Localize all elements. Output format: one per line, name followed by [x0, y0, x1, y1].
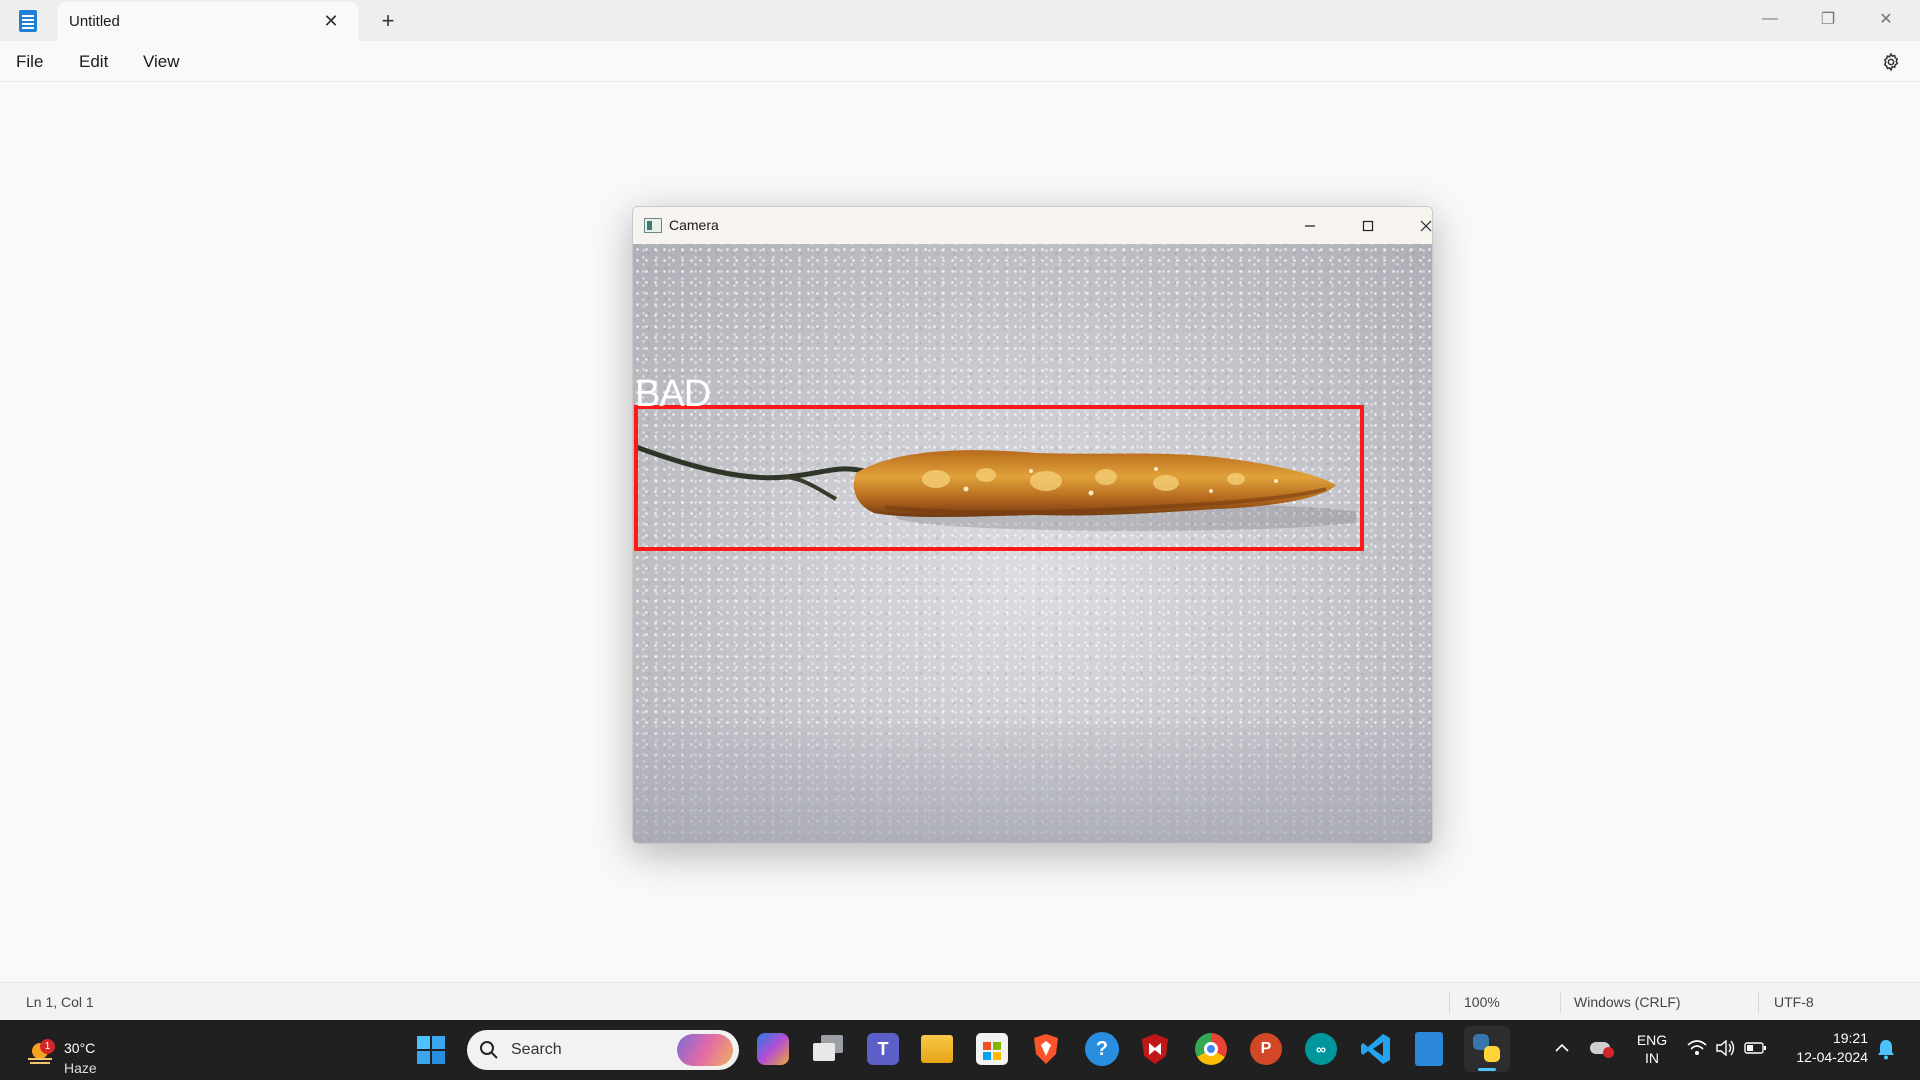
arduino-icon[interactable]: ∞	[1305, 1033, 1337, 1065]
tab-untitled[interactable]: Untitled ✕	[58, 2, 358, 41]
status-divider	[1449, 991, 1450, 1013]
language-region: IN	[1645, 1050, 1659, 1066]
weather-temp: 30°C	[64, 1040, 96, 1056]
windows-logo-icon	[417, 1036, 445, 1064]
detection-bounding-box	[634, 405, 1364, 551]
camera-maximize-icon[interactable]	[1345, 209, 1391, 243]
notepad-titlebar: Untitled ✕ + — ❐ ✕	[0, 0, 1920, 41]
notepad-app-icon	[19, 10, 37, 32]
task-view-icon[interactable]	[813, 1035, 843, 1063]
feed-lower-surface	[633, 724, 1432, 843]
search-placeholder: Search	[511, 1041, 562, 1058]
help-icon[interactable]: ?	[1085, 1032, 1119, 1066]
tab-close-icon[interactable]: ✕	[314, 5, 348, 39]
start-button[interactable]	[414, 1033, 448, 1067]
chrome-icon[interactable]	[1195, 1033, 1227, 1065]
wifi-icon[interactable]	[1686, 1038, 1708, 1058]
brave-icon[interactable]	[1031, 1032, 1061, 1066]
new-tab-button[interactable]: +	[370, 5, 406, 37]
camera-minimize-icon[interactable]	[1287, 209, 1333, 243]
close-button[interactable]: ✕	[1858, 0, 1914, 38]
language-indicator[interactable]: ENG IN	[1632, 1032, 1672, 1068]
notepad-icon[interactable]	[1415, 1032, 1443, 1066]
language-code: ENG	[1636, 1032, 1668, 1048]
volume-icon[interactable]	[1715, 1038, 1737, 1058]
detection-label: BAD	[635, 373, 711, 415]
menu-edit[interactable]: Edit	[75, 50, 112, 74]
restore-button[interactable]: ❐	[1800, 0, 1856, 38]
camera-window[interactable]: Camera BAD	[632, 206, 1433, 844]
teams-icon[interactable]: T	[867, 1033, 899, 1065]
line-ending[interactable]: Windows (CRLF)	[1574, 994, 1681, 1010]
status-divider	[1758, 991, 1759, 1013]
taskbar: 1 30°C Haze Search T ? P ∞ ENG IN 19:21 …	[0, 1020, 1920, 1080]
clock-date: 12-04-2024	[1796, 1049, 1868, 1065]
microsoft-store-icon[interactable]	[976, 1033, 1008, 1065]
settings-gear-icon[interactable]	[1876, 47, 1906, 77]
battery-icon[interactable]	[1744, 1040, 1768, 1056]
copilot-pre-icon[interactable]	[757, 1033, 789, 1065]
file-explorer-icon[interactable]	[921, 1035, 953, 1063]
camera-titlebar[interactable]: Camera	[633, 207, 1432, 244]
python-icon[interactable]	[1464, 1026, 1510, 1072]
camera-feed: BAD	[633, 244, 1432, 843]
tab-title: Untitled	[69, 13, 120, 30]
search-icon	[480, 1041, 498, 1059]
clock[interactable]: 19:21 12-04-2024	[1780, 1030, 1868, 1070]
mcafee-icon[interactable]	[1140, 1032, 1170, 1066]
status-bar: Ln 1, Col 1 100% Windows (CRLF) UTF-8	[0, 982, 1920, 1020]
menu-view[interactable]: View	[139, 50, 184, 74]
clock-time: 19:21	[1832, 1030, 1868, 1046]
weather-widget[interactable]: 1 30°C Haze	[18, 1029, 128, 1076]
menu-bar: File Edit View	[0, 41, 1920, 82]
camera-window-title: Camera	[669, 217, 719, 233]
status-divider	[1560, 991, 1561, 1013]
minimize-button[interactable]: —	[1742, 0, 1798, 38]
weather-condition: Haze	[64, 1060, 97, 1076]
powerpoint-icon[interactable]: P	[1250, 1033, 1282, 1065]
cursor-position: Ln 1, Col 1	[26, 994, 94, 1010]
menu-file[interactable]: File	[12, 50, 47, 74]
weather-alert-badge: 1	[40, 1039, 55, 1054]
encoding[interactable]: UTF-8	[1774, 994, 1814, 1010]
camera-close-icon[interactable]	[1403, 209, 1432, 243]
zoom-level[interactable]: 100%	[1464, 994, 1500, 1010]
notification-bell-icon[interactable]	[1876, 1038, 1896, 1060]
onedrive-error-icon[interactable]	[1590, 1037, 1616, 1059]
vscode-icon[interactable]	[1360, 1032, 1392, 1066]
taskbar-search-box[interactable]: Search	[467, 1030, 739, 1070]
camera-window-icon	[644, 218, 662, 233]
search-highlight-image	[677, 1034, 733, 1066]
show-hidden-icons-chevron-icon[interactable]	[1552, 1038, 1572, 1058]
